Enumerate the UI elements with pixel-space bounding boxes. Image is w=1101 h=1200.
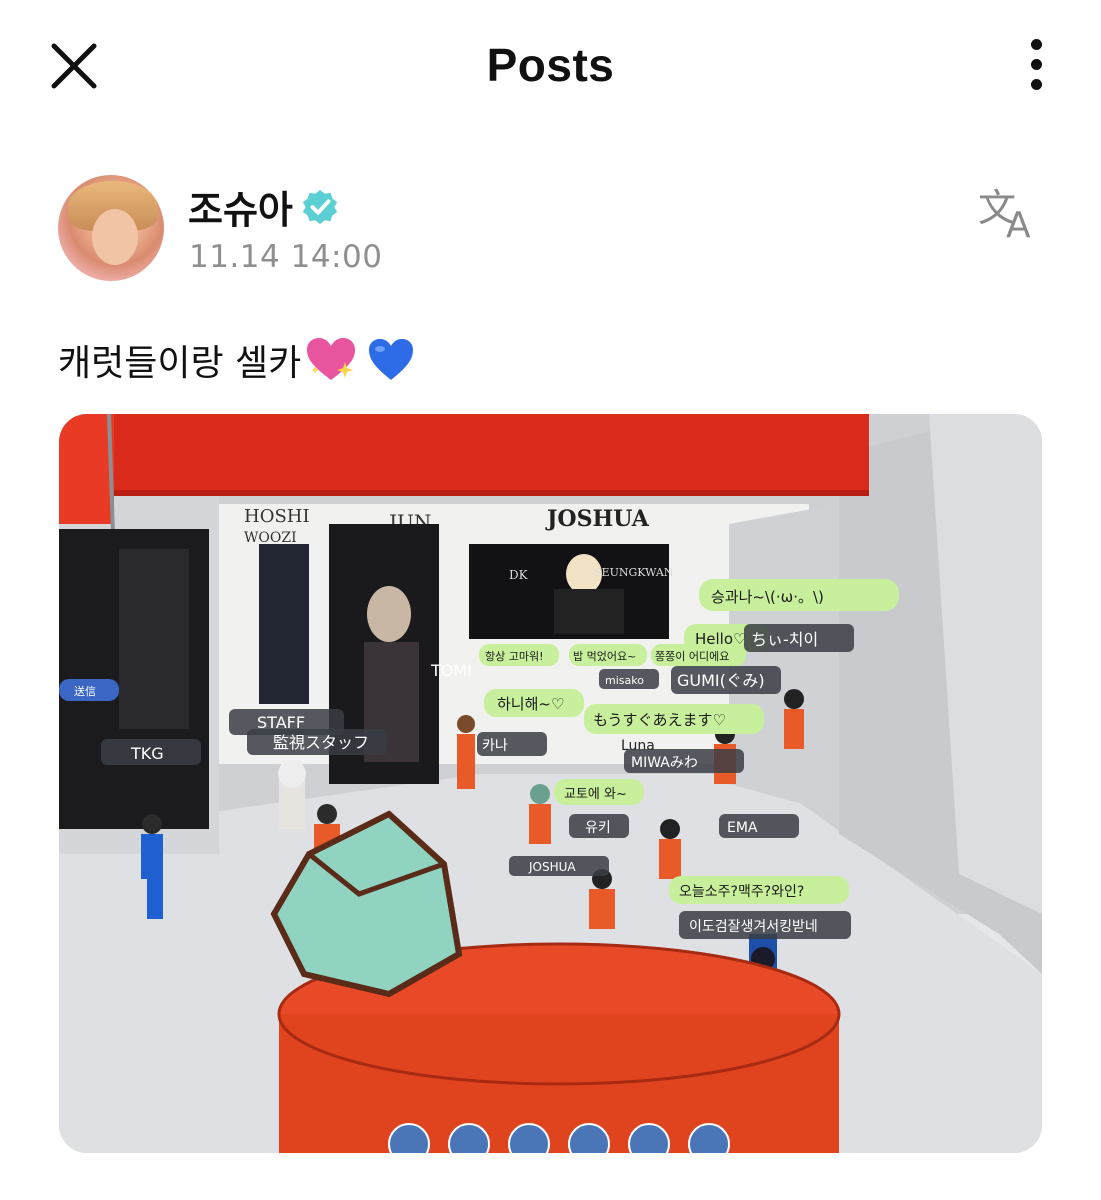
translate-icon[interactable]: 文 A	[978, 183, 1044, 246]
blue-heart-emoji	[369, 339, 414, 380]
name-tag-dogeom: 이도검잘생겨서킹받네	[689, 919, 818, 935]
chat-bubble-7: もうすぐあえます♡	[593, 711, 726, 729]
chat-bubble-8: 교토에 와~	[564, 787, 627, 802]
name-tag-tomi: TOMI	[430, 661, 472, 680]
name-tag-miwa: MIWAみわ	[631, 755, 698, 771]
name-tag-kana: 카나	[482, 738, 508, 754]
more-vertical-icon[interactable]	[1018, 36, 1054, 96]
post-caption: 캐럿들이랑 셀카	[58, 334, 415, 386]
name-tag-tkg: TKG	[130, 744, 164, 763]
verified-badge-icon	[302, 189, 337, 224]
page-title: Posts	[486, 39, 615, 91]
chat-bubble-9: 오늘소주?맥주?와인?	[679, 884, 804, 900]
chat-bubble-3: 항상 고마워!	[485, 650, 544, 663]
name-tag-joshua: JOSHUA	[528, 860, 576, 874]
avatar[interactable]	[58, 175, 164, 281]
sparkling-heart-emoji	[307, 338, 356, 380]
post-photo[interactable]: JUN JOSHUA HOSHI WOOZI DK SEUNGKWAN 승과나~…	[59, 414, 1042, 1153]
svg-text:A: A	[1006, 205, 1031, 239]
chat-bubble-4: 밥 먹었어요~	[573, 650, 636, 663]
name-tag-chii: ちぃ-치이	[751, 630, 818, 649]
name-tag-kanshi-staff: 監視スタッフ	[273, 733, 369, 752]
post-author: 조슈아 11.14 14:00 文 A	[58, 175, 1048, 285]
top-bar: Posts	[0, 0, 1101, 130]
post-timestamp: 11.14 14:00	[189, 239, 383, 275]
caption-text: 캐럿들이랑 셀카	[58, 343, 302, 384]
chat-bubble-6: 하니해~♡	[497, 695, 564, 713]
name-tag-ema: EMA	[727, 820, 758, 836]
name-tag-yuki: 유키	[585, 820, 611, 836]
author-name[interactable]: 조슈아	[188, 179, 293, 234]
chat-bubble-1: 승과나~\(·ω·。\)	[711, 588, 824, 606]
chat-bubble-5: 쫑쫑이 어디에요	[655, 650, 729, 663]
name-tag-gumi: GUMI(ぐみ)	[677, 671, 765, 690]
author-name-row: 조슈아	[188, 179, 339, 234]
name-tag-misako: misako	[605, 674, 644, 687]
send-button: 送信	[74, 684, 96, 698]
